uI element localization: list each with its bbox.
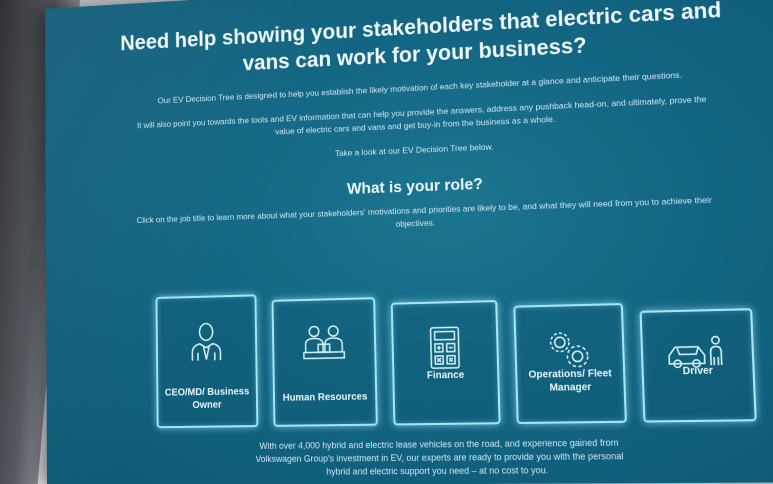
role-label: Finance — [426, 369, 465, 382]
role-card-human-resources[interactable]: Human Resources — [271, 297, 378, 427]
footer-paragraph: With over 4,000 hybrid and electric leas… — [213, 436, 670, 479]
calculator-icon — [428, 325, 463, 370]
role-label: Human Resources — [282, 391, 368, 404]
role-card-ceo[interactable]: CEO/MD/ Business Owner — [155, 294, 259, 429]
role-label: Operations/ Fleet Manager — [528, 368, 612, 394]
role-label: CEO/MD/ Business Owner — [164, 386, 250, 411]
person-tie-icon — [184, 319, 228, 365]
photo-frame: Need help showing your stakeholders that… — [0, 0, 773, 484]
role-card-finance[interactable]: Finance — [390, 300, 501, 426]
role-label: Driver — [682, 365, 714, 378]
main-content: Need help showing your stakeholders that… — [108, 0, 744, 240]
role-card-driver[interactable]: Driver — [639, 308, 757, 423]
role-card-operations-fleet-manager[interactable]: Operations/ Fleet Manager — [513, 303, 627, 425]
gears-icon — [545, 328, 593, 370]
role-card-row: CEO/MD/ Business Owner Human Resources F… — [155, 264, 773, 429]
people-desk-icon — [300, 322, 349, 365]
web-page-screen: Need help showing your stakeholders that… — [45, 0, 773, 484]
